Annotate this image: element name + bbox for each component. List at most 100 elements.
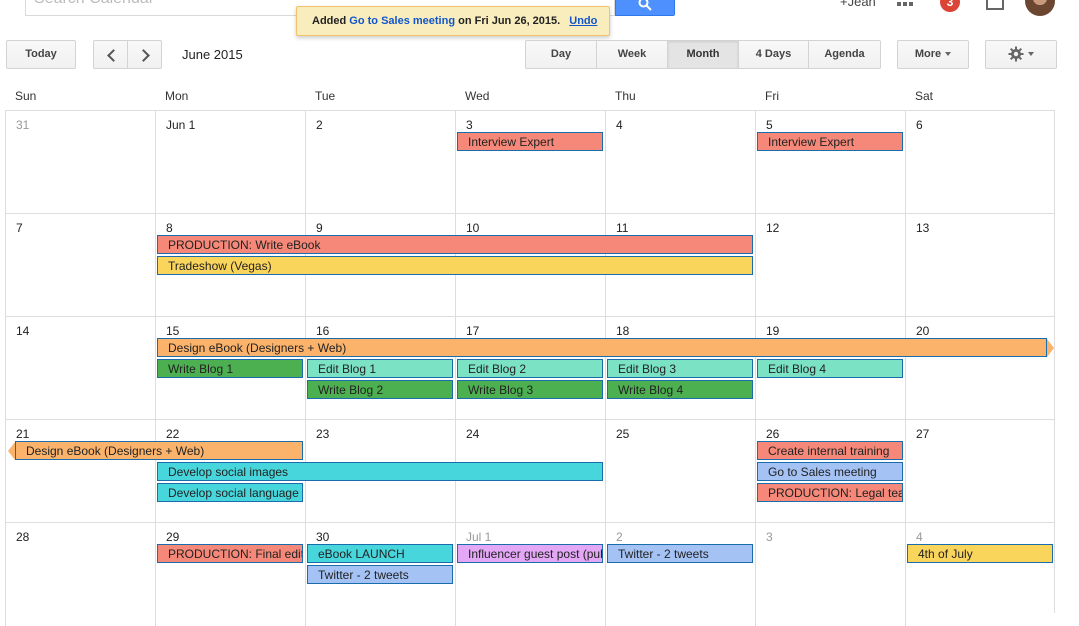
calendar-event[interactable]: Go to Sales meeting (757, 462, 903, 481)
day-cell[interactable]: 2 (605, 523, 755, 626)
day-number[interactable]: 31 (16, 118, 29, 132)
day-number[interactable]: 24 (466, 427, 479, 441)
calendar-event[interactable]: Write Blog 2 (307, 380, 453, 399)
day-number[interactable]: 30 (316, 530, 329, 544)
user-name-link[interactable]: +Jean (840, 0, 876, 9)
day-cell[interactable]: 12 (755, 214, 905, 317)
view-week-button[interactable]: Week (597, 40, 668, 69)
avatar[interactable] (1025, 0, 1055, 16)
day-number[interactable]: 10 (466, 221, 479, 235)
day-number[interactable]: 28 (16, 530, 29, 544)
day-number[interactable]: 27 (916, 427, 929, 441)
day-number[interactable]: 5 (766, 118, 773, 132)
day-cell[interactable]: 2 (305, 111, 455, 214)
calendar-event[interactable]: Design eBook (Designers + Web) (157, 338, 1047, 357)
settings-menu-button[interactable] (985, 40, 1057, 69)
undo-link[interactable]: Undo (569, 15, 597, 27)
calendar-event[interactable]: Write Blog 1 (157, 359, 303, 378)
notification-event-link[interactable]: Go to Sales meeting (349, 15, 455, 27)
day-cell[interactable]: 29 (155, 523, 305, 626)
calendar-event[interactable]: 4th of July (907, 544, 1053, 563)
day-number[interactable]: 3 (766, 530, 773, 544)
day-number[interactable]: 22 (166, 427, 179, 441)
day-number[interactable]: 26 (766, 427, 779, 441)
day-cell[interactable]: 4 (605, 111, 755, 214)
view-agenda-button[interactable]: Agenda (809, 40, 881, 69)
day-of-week-sat: Sat (915, 89, 934, 103)
day-cell[interactable]: Jun 1 (155, 111, 305, 214)
today-button[interactable]: Today (6, 40, 76, 69)
calendar-event[interactable]: PRODUCTION: Final edits (157, 544, 303, 563)
next-period-button[interactable] (127, 40, 162, 69)
day-number[interactable]: 2 (316, 118, 323, 132)
calendar-event[interactable]: Write Blog 4 (607, 380, 753, 399)
calendar-event[interactable]: Create internal training (757, 441, 903, 460)
notifications-badge[interactable]: 3 (940, 0, 960, 12)
day-number[interactable]: 12 (766, 221, 779, 235)
calendar-event[interactable]: Edit Blog 3 (607, 359, 753, 378)
share-plus-icon[interactable] (986, 0, 1004, 10)
day-number[interactable]: 4 (616, 118, 623, 132)
day-number[interactable]: 16 (316, 324, 329, 338)
calendar-event[interactable]: Design eBook (Designers + Web) (15, 441, 303, 460)
calendar-event[interactable]: Twitter - 2 tweets (607, 544, 753, 563)
day-number[interactable]: 19 (766, 324, 779, 338)
apps-grid-icon[interactable] (897, 0, 915, 10)
calendar-event[interactable]: Develop social language (157, 483, 303, 502)
view-month-button[interactable]: Month (668, 40, 739, 69)
day-cell[interactable]: 20 (905, 317, 1055, 420)
day-number[interactable]: 20 (916, 324, 929, 338)
calendar-event[interactable]: Edit Blog 4 (757, 359, 903, 378)
day-cell[interactable]: 3 (455, 111, 605, 214)
day-cell[interactable]: 25 (605, 420, 755, 523)
day-number[interactable]: 18 (616, 324, 629, 338)
day-cell[interactable]: 5 (755, 111, 905, 214)
calendar-event[interactable]: PRODUCTION: Write eBook (157, 235, 753, 254)
day-number[interactable]: Jul 1 (466, 530, 491, 544)
day-number[interactable]: 7 (16, 221, 23, 235)
day-cell[interactable]: 7 (5, 214, 155, 317)
calendar-event[interactable]: Interview Expert (457, 132, 603, 151)
day-number[interactable]: Jun 1 (166, 118, 195, 132)
day-number[interactable]: 2 (616, 530, 623, 544)
day-number[interactable]: 25 (616, 427, 629, 441)
day-number[interactable]: 13 (916, 221, 929, 235)
calendar-event[interactable]: Edit Blog 1 (307, 359, 453, 378)
day-cell[interactable]: 6 (905, 111, 1055, 214)
calendar-event[interactable]: Write Blog 3 (457, 380, 603, 399)
day-cell[interactable]: 28 (5, 523, 155, 626)
day-cell[interactable]: 31 (5, 111, 155, 214)
day-number[interactable]: 17 (466, 324, 479, 338)
calendar-event[interactable]: Twitter - 2 tweets (307, 565, 453, 584)
day-number[interactable]: 29 (166, 530, 179, 544)
day-cell[interactable]: 21 (5, 420, 155, 523)
day-number[interactable]: 9 (316, 221, 323, 235)
day-cell[interactable]: 4 (905, 523, 1055, 626)
day-number[interactable]: 15 (166, 324, 179, 338)
day-cell[interactable]: 27 (905, 420, 1055, 523)
calendar-event[interactable]: Interview Expert (757, 132, 903, 151)
day-cell[interactable]: 14 (5, 317, 155, 420)
calendar-event[interactable]: Influencer guest post (publish) (457, 544, 603, 563)
day-number[interactable]: 23 (316, 427, 329, 441)
day-cell[interactable]: 13 (905, 214, 1055, 317)
calendar-event[interactable]: Tradeshow (Vegas) (157, 256, 753, 275)
search-button[interactable] (615, 0, 675, 16)
view-day-button[interactable]: Day (525, 40, 597, 69)
day-number[interactable]: 14 (16, 324, 29, 338)
view-4days-button[interactable]: 4 Days (739, 40, 809, 69)
more-menu-button[interactable]: More (897, 40, 969, 69)
day-cell[interactable]: Jul 1 (455, 523, 605, 626)
day-number[interactable]: 21 (16, 427, 29, 441)
day-number[interactable]: 11 (616, 221, 628, 235)
calendar-event[interactable]: Develop social images (157, 462, 603, 481)
day-number[interactable]: 6 (916, 118, 923, 132)
calendar-event[interactable]: PRODUCTION: Legal team review (757, 483, 903, 502)
calendar-event[interactable]: eBook LAUNCH (307, 544, 453, 563)
previous-period-button[interactable] (93, 40, 128, 69)
day-number[interactable]: 8 (166, 221, 173, 235)
calendar-event[interactable]: Edit Blog 2 (457, 359, 603, 378)
day-number[interactable]: 3 (466, 118, 473, 132)
day-cell[interactable]: 3 (755, 523, 905, 626)
day-number[interactable]: 4 (916, 530, 923, 544)
